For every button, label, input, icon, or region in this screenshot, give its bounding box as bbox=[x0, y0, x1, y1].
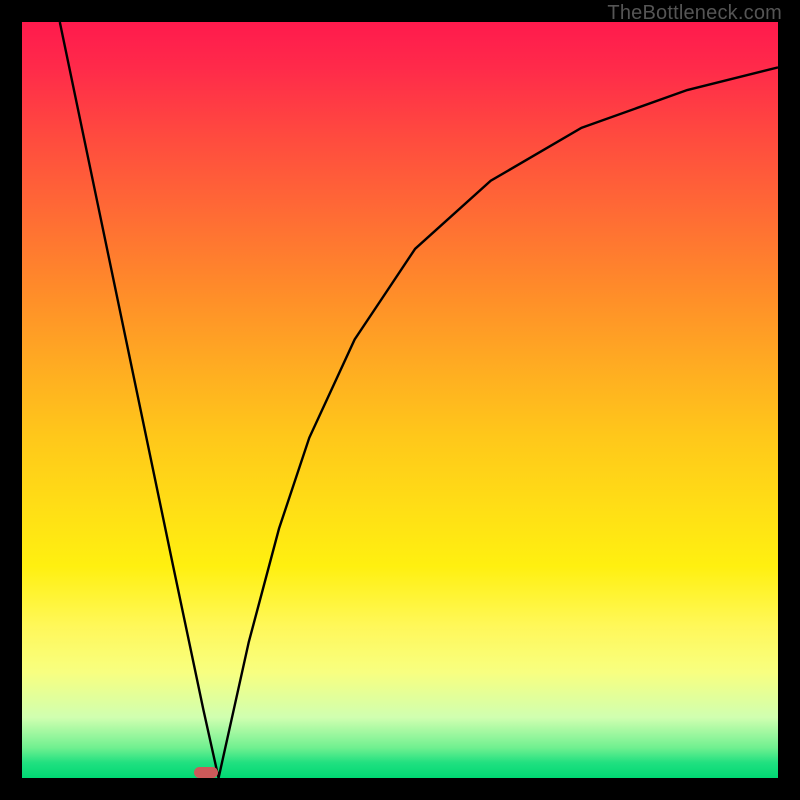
plot-area bbox=[22, 22, 778, 778]
bottleneck-curve bbox=[22, 22, 778, 778]
curve-path bbox=[60, 22, 778, 778]
chart-frame: TheBottleneck.com bbox=[0, 0, 800, 800]
minimum-marker bbox=[194, 767, 218, 778]
watermark-text: TheBottleneck.com bbox=[607, 2, 782, 25]
